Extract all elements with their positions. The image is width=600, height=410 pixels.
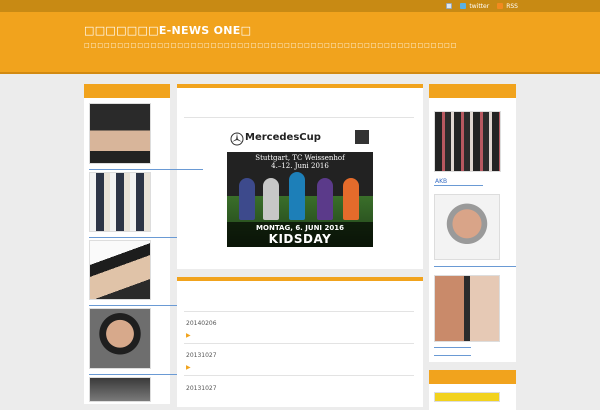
article-link-underline[interactable] [149,169,203,170]
top-bar: twitter RSS [0,0,600,12]
ad-subtitle: Stuttgart, TC Weissenhof 4.–12. Juni 201… [227,154,373,170]
post-divider-2 [184,375,414,376]
ad-banner-title: KIDSDAY [268,232,332,246]
twitter-icon [460,3,467,9]
right-sidebar-header [429,84,516,98]
ad-player-3 [289,172,305,220]
sidebar-link-underline-4[interactable] [89,374,189,375]
top-links: twitter RSS [446,1,518,11]
twitter-label: twitter [469,2,490,10]
site-description: □□□□□□□□□□□□□□□□□□□□□□□□□□□□□□□□□□□□□□□□… [84,42,458,49]
right-thumb-2[interactable] [434,194,500,260]
right-link-underline-3[interactable] [434,347,471,348]
article-divider-top [184,117,414,118]
right-link-underline-1[interactable] [434,185,483,186]
site-title[interactable]: □□□□□□□E-NEWS ONE□ [84,24,251,37]
right-link-akb[interactable]: AKB [435,178,447,185]
post-divider-1 [184,343,414,344]
sidebar-thumb-1[interactable] [89,103,151,164]
sidebar-thumb-4[interactable] [89,308,151,369]
mercedes-star-icon [230,132,244,146]
right-sidebar-box-2 [429,370,516,410]
twitter-link[interactable]: twitter [460,3,489,10]
home-link[interactable] [446,3,453,9]
ad-location: Stuttgart, TC Weissenhof [255,154,345,162]
right-thumb-4[interactable] [434,392,500,402]
rss-label: RSS [506,2,518,10]
post-list-header [177,277,423,281]
ad-player-2 [263,178,279,220]
left-sidebar-header [84,84,170,98]
advertisement-banner[interactable]: MercedesCup Stuttgart, TC Weissenhof 4.–… [227,126,373,247]
right-thumb-1[interactable] [434,111,501,172]
right-link-underline-2[interactable] [434,266,516,267]
atp-logo-icon [355,130,369,144]
ad-brand: MercedesCup [245,132,321,143]
ad-player-4 [317,178,333,220]
sidebar-thumb-5[interactable] [89,377,151,402]
ad-kidsday-banner: MONTAG, 6. JUNI 2016 KIDSDAY [227,222,373,247]
ad-dates: 4.–12. Juni 2016 [271,162,329,170]
post-date-3: 20131027 [186,385,217,392]
post-arrow-2[interactable]: ▶ [186,364,191,371]
sidebar-thumb-3[interactable] [89,240,151,300]
right-link-underline-4[interactable] [434,355,471,356]
ad-player-1 [239,178,255,220]
sidebar-link-underline-3[interactable] [89,305,185,306]
right-thumb-3[interactable] [434,275,500,342]
site-header: □□□□□□□E-NEWS ONE□ □□□□□□□□□□□□□□□□□□□□□… [0,12,600,74]
sidebar-thumb-2[interactable] [89,172,151,232]
ad-banner-date: MONTAG, 6. JUNI 2016 [256,224,344,232]
rss-link[interactable]: RSS [497,3,518,10]
home-icon [446,3,453,9]
post-arrow-1[interactable]: ▶ [186,332,191,339]
main-article-header [177,84,423,88]
rss-icon [497,3,504,9]
ad-header: MercedesCup [227,126,373,152]
right-sidebar-header-2 [429,370,516,384]
ad-player-5 [343,178,359,220]
post-date-2: 20131027 [186,352,217,359]
post-date-1: 20140206 [186,320,217,327]
post-divider-0 [184,311,414,312]
